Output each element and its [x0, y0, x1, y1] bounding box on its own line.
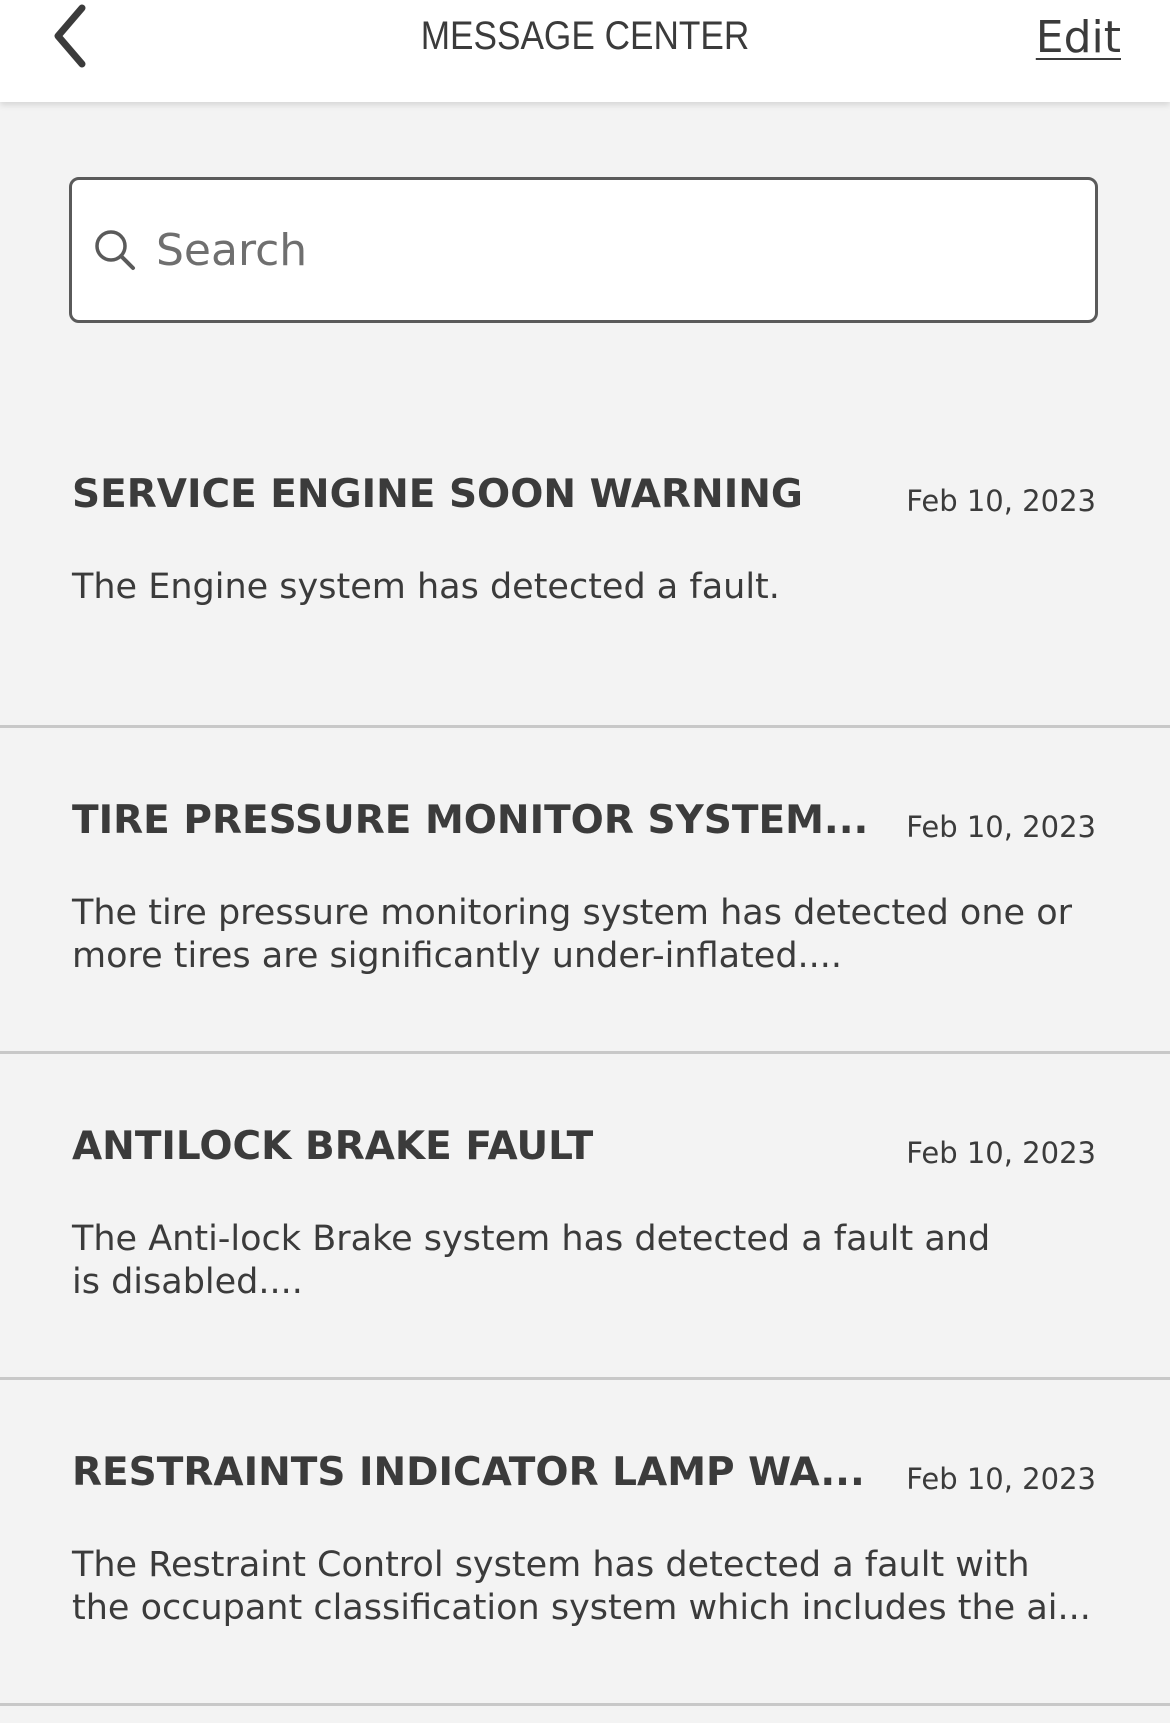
header-bar: MESSAGE CENTER Edit — [0, 0, 1170, 102]
message-date: Feb 10, 2023 — [906, 1136, 1096, 1170]
message-body: The Restraint Control system has detecte… — [72, 1545, 1091, 1628]
message-date: Feb 10, 2023 — [906, 1462, 1096, 1496]
message-title: TIRE PRESSURE MONITOR SYSTEM... — [72, 798, 869, 843]
message-item[interactable]: TIRE PRESSURE MONITOR SYSTEM... Feb 10, … — [0, 728, 1170, 1054]
message-body: The Anti-lock Brake system has detected … — [72, 1219, 991, 1302]
message-body: The tire pressure monitoring system has … — [72, 893, 1072, 976]
message-date: Feb 10, 2023 — [906, 810, 1096, 844]
message-date: Feb 10, 2023 — [906, 484, 1096, 518]
message-list: SERVICE ENGINE SOON WARNING Feb 10, 2023… — [0, 402, 1170, 1706]
message-title: SERVICE ENGINE SOON WARNING — [72, 472, 803, 517]
search-input[interactable] — [154, 204, 1058, 296]
message-item[interactable]: RESTRAINTS INDICATOR LAMP WA... Feb 10, … — [0, 1380, 1170, 1706]
page-title: MESSAGE CENTER — [420, 14, 750, 58]
message-item[interactable]: SERVICE ENGINE SOON WARNING Feb 10, 2023… — [0, 402, 1170, 728]
message-title: ANTILOCK BRAKE FAULT — [72, 1124, 594, 1169]
edit-button[interactable]: Edit — [1036, 12, 1121, 63]
search-icon — [92, 227, 138, 273]
message-body: The Engine system has detected a fault. — [72, 567, 780, 607]
message-title: RESTRAINTS INDICATOR LAMP WA... — [72, 1450, 865, 1495]
message-item[interactable]: ANTILOCK BRAKE FAULT Feb 10, 2023 The An… — [0, 1054, 1170, 1380]
search-box[interactable] — [69, 177, 1098, 323]
